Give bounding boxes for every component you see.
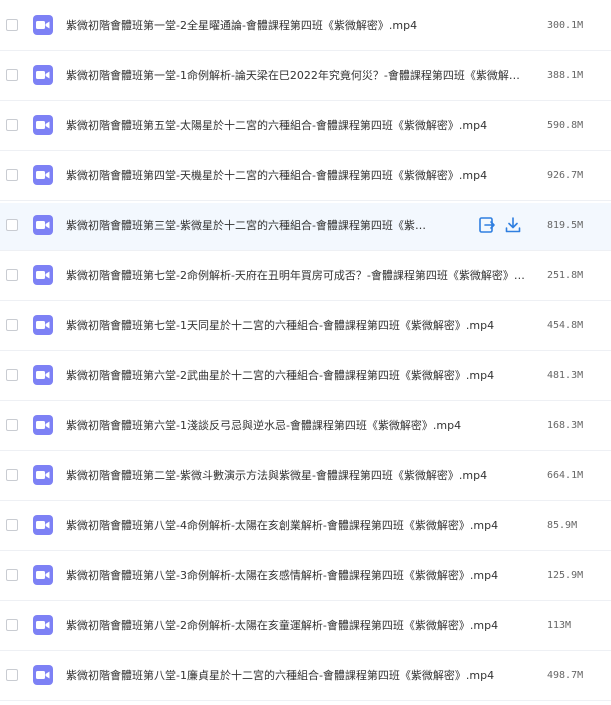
file-size: 454.8M [547,320,584,331]
row-checkbox[interactable] [6,469,18,481]
file-name[interactable]: 紫微初階會體班第二堂-紫微斗數演示方法與紫微星-會體課程第四班《紫微解密》.mp… [66,468,528,484]
file-size: 85.9M [547,520,578,531]
file-row[interactable]: 紫微初階會體班第一堂-2全星曜通論-會體課程第四班《紫微解密》.mp4 300.1… [0,3,611,51]
file-row[interactable]: 紫微初階會體班第一堂-1命例解析-論天梁在巳2022年究竟何災？-會體課程第四班… [0,53,611,101]
file-name[interactable]: 紫微初階會體班第三堂-紫微星於十二宮的六種組合-會體課程第四班《紫微解密》.mp… [66,218,428,234]
file-size: 498.7M [547,670,584,681]
video-file-icon [33,15,53,35]
file-size: 926.7M [547,170,584,181]
file-row[interactable]: 紫微初階會體班第三堂-紫微星於十二宮的六種組合-會體課程第四班《紫微解密》.mp… [0,203,611,251]
file-name[interactable]: 紫微初階會體班第八堂-2命例解析-太陽在亥童運解析-會體課程第四班《紫微解密》.… [66,618,528,634]
video-file-icon [33,415,53,435]
row-checkbox[interactable] [6,269,18,281]
row-checkbox[interactable] [6,319,18,331]
file-size: 388.1M [547,70,584,81]
file-size: 251.8M [547,270,584,281]
row-checkbox[interactable] [6,119,18,131]
file-size: 113M [547,620,572,631]
download-icon[interactable] [504,216,522,234]
file-name[interactable]: 紫微初階會體班第七堂-2命例解析-天府在丑明年買房可成否？-會體課程第四班《紫微… [66,268,528,284]
video-file-icon [33,265,53,285]
row-checkbox[interactable] [6,19,18,31]
video-file-icon [33,115,53,135]
file-row[interactable]: 紫微初階會體班第四堂-天機星於十二宮的六種組合-會體課程第四班《紫微解密》.mp… [0,153,611,201]
file-list: 紫微初階會體班第一堂-2全星曜通論-會體課程第四班《紫微解密》.mp4 300.1… [0,0,611,705]
video-file-icon [33,565,53,585]
file-row[interactable]: 紫微初階會體班第六堂-2武曲星於十二宮的六種組合-會體課程第四班《紫微解密》.m… [0,353,611,401]
row-checkbox[interactable] [6,169,18,181]
video-file-icon [33,515,53,535]
video-file-icon [33,615,53,635]
file-name[interactable]: 紫微初階會體班第八堂-1廉貞星於十二宮的六種組合-會體課程第四班《紫微解密》.m… [66,668,528,684]
file-row[interactable]: 紫微初階會體班第八堂-4命例解析-太陽在亥創業解析-會體課程第四班《紫微解密》.… [0,503,611,551]
row-checkbox[interactable] [6,219,18,231]
row-checkbox[interactable] [6,369,18,381]
file-row[interactable]: 紫微初階會體班第七堂-2命例解析-天府在丑明年買房可成否？-會體課程第四班《紫微… [0,253,611,301]
row-checkbox[interactable] [6,69,18,81]
video-file-icon [33,315,53,335]
file-name[interactable]: 紫微初階會體班第七堂-1天同星於十二宮的六種組合-會體課程第四班《紫微解密》.m… [66,318,528,334]
video-file-icon [33,65,53,85]
file-row[interactable]: 紫微初階會體班第八堂-3命例解析-太陽在亥感情解析-會體課程第四班《紫微解密》.… [0,553,611,601]
file-row[interactable]: 紫微初階會體班第七堂-1天同星於十二宮的六種組合-會體課程第四班《紫微解密》.m… [0,303,611,351]
row-checkbox[interactable] [6,619,18,631]
file-name[interactable]: 紫微初階會體班第八堂-3命例解析-太陽在亥感情解析-會體課程第四班《紫微解密》.… [66,568,528,584]
file-size: 819.5M [547,220,584,231]
file-row[interactable]: 紫微初階會體班第五堂-太陽星於十二宮的六種組合-會體課程第四班《紫微解密》.mp… [0,103,611,151]
row-checkbox[interactable] [6,569,18,581]
video-file-icon [33,665,53,685]
file-size: 300.1M [547,20,584,31]
file-name[interactable]: 紫微初階會體班第八堂-4命例解析-太陽在亥創業解析-會體課程第四班《紫微解密》.… [66,518,528,534]
file-name[interactable]: 紫微初階會體班第四堂-天機星於十二宮的六種組合-會體課程第四班《紫微解密》.mp… [66,168,528,184]
file-name[interactable]: 紫微初階會體班第一堂-2全星曜通論-會體課程第四班《紫微解密》.mp4 [66,18,528,34]
row-checkbox[interactable] [6,669,18,681]
file-size: 590.8M [547,120,584,131]
file-row[interactable]: 紫微初階會體班第八堂-2命例解析-太陽在亥童運解析-會體課程第四班《紫微解密》.… [0,603,611,651]
row-checkbox[interactable] [6,519,18,531]
file-size: 125.9M [547,570,584,581]
video-file-icon [33,165,53,185]
file-row[interactable]: 紫微初階會體班第六堂-1淺談反弓忌與逆水忌-會體課程第四班《紫微解密》.mp4 1… [0,403,611,451]
file-name[interactable]: 紫微初階會體班第六堂-1淺談反弓忌與逆水忌-會體課程第四班《紫微解密》.mp4 [66,418,528,434]
file-name[interactable]: 紫微初階會體班第五堂-太陽星於十二宮的六種組合-會體課程第四班《紫微解密》.mp… [66,118,528,134]
file-size: 481.3M [547,370,584,381]
video-file-icon [33,465,53,485]
file-name[interactable]: 紫微初階會體班第六堂-2武曲星於十二宮的六種組合-會體課程第四班《紫微解密》.m… [66,368,528,384]
share-icon[interactable] [478,216,496,234]
file-name[interactable]: 紫微初階會體班第一堂-1命例解析-論天梁在巳2022年究竟何災？-會體課程第四班… [66,68,528,84]
video-file-icon [33,365,53,385]
file-size: 664.1M [547,470,584,481]
file-row[interactable]: 紫微初階會體班第二堂-紫微斗數演示方法與紫微星-會體課程第四班《紫微解密》.mp… [0,453,611,501]
file-row[interactable]: 紫微初階會體班第八堂-1廉貞星於十二宮的六種組合-會體課程第四班《紫微解密》.m… [0,653,611,701]
file-size: 168.3M [547,420,584,431]
video-file-icon [33,215,53,235]
row-checkbox[interactable] [6,419,18,431]
